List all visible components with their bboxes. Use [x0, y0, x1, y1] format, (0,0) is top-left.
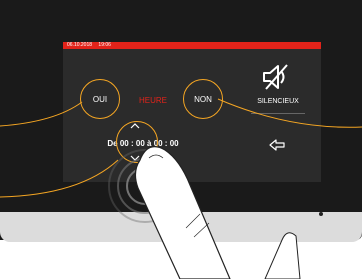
time-callout-line [0, 159, 119, 198]
thumb-illustration [264, 232, 301, 279]
oui-callout-line [0, 101, 83, 127]
finger-illustration [134, 146, 231, 279]
non-callout-line [217, 98, 362, 128]
callout-overlay [0, 98, 362, 279]
